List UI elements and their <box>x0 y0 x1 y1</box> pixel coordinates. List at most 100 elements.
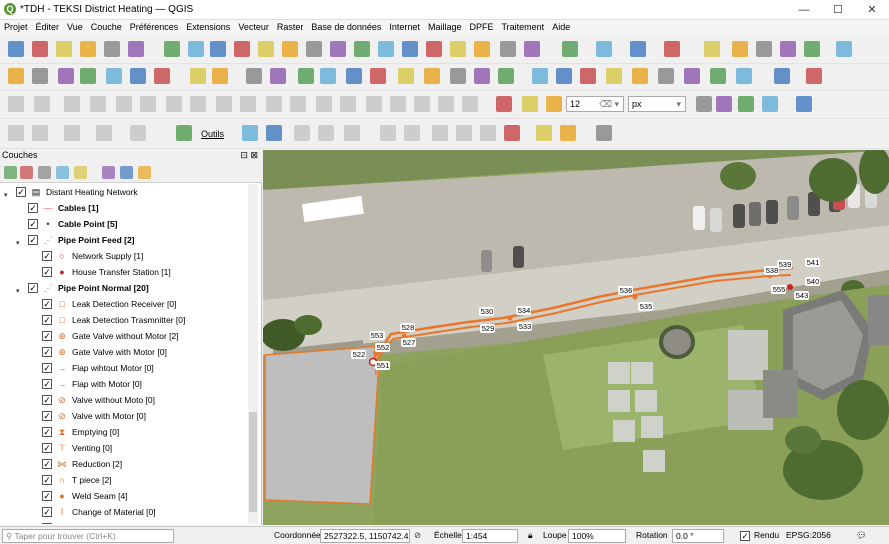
layer-visibility-checkbox[interactable]: ✓ <box>16 187 26 197</box>
layer-tree-item[interactable]: ▾ ✓ ⋰ Pipe Point Feed [2] <box>0 232 248 248</box>
snap-unit-select[interactable]: px ▾ <box>628 96 686 112</box>
toolbar-tool-icon[interactable] <box>710 68 726 84</box>
toolbar-tool-icon[interactable] <box>630 41 646 57</box>
layer-tree-item[interactable]: ✓ ∩ T piece [2] <box>0 472 248 488</box>
layer-tree-item[interactable]: ✓ • Cable Point [5] <box>0 216 248 232</box>
toolbar-tool-icon[interactable] <box>402 41 418 57</box>
toolbar-tool-icon[interactable] <box>128 41 144 57</box>
toolbar-tool-icon[interactable] <box>684 68 700 84</box>
toolbar-tool-icon[interactable] <box>340 96 356 112</box>
toolbar-tool-icon[interactable] <box>806 68 822 84</box>
layer-visibility-checkbox[interactable]: ✓ <box>42 427 52 437</box>
toolbar-tool-icon[interactable] <box>732 41 748 57</box>
toolbar-tool-icon[interactable] <box>354 41 370 57</box>
toolbar-tool-icon[interactable] <box>562 41 578 57</box>
toolbar-tool-icon[interactable] <box>498 68 514 84</box>
layer-tree-item[interactable]: ✓ □ Leak Detection Trasmnitter [0] <box>0 312 248 328</box>
menu-item[interactable]: Préférences <box>126 20 183 35</box>
toolbar-tool-icon[interactable] <box>522 96 538 112</box>
toolbar-tool-icon[interactable] <box>504 125 520 141</box>
menu-item[interactable]: Projet <box>0 20 32 35</box>
toolbar-tool-icon[interactable] <box>166 96 182 112</box>
toolbar-tool-icon[interactable] <box>632 68 648 84</box>
toolbar-tool-icon[interactable] <box>404 125 420 141</box>
toolbar-tool-icon[interactable] <box>210 41 226 57</box>
toolbar-tool-icon[interactable] <box>438 96 454 112</box>
toolbar-tool-icon[interactable] <box>294 125 310 141</box>
menu-item[interactable]: Extensions <box>182 20 234 35</box>
toolbar-tool-icon[interactable] <box>8 41 24 57</box>
layer-visibility-checkbox[interactable]: ✓ <box>42 507 52 517</box>
toolbar-tool-icon[interactable] <box>130 68 146 84</box>
toolbar-tool-icon[interactable] <box>474 41 490 57</box>
layer-tree-item[interactable]: ✓ ⊤ Venting [0] <box>0 440 248 456</box>
toolbar-tool-icon[interactable] <box>80 68 96 84</box>
layer-tree-scrollbar[interactable] <box>248 184 258 524</box>
toolbar-tool-icon[interactable] <box>306 41 322 57</box>
toolbar-tool-icon[interactable] <box>298 68 314 84</box>
layer-tree-item[interactable]: ✓ ⊘ Valve without Moto [0] <box>0 392 248 408</box>
toolbar-tool-icon[interactable] <box>738 96 754 112</box>
layer-tree-item[interactable]: ✓ ○ Network Supply [1] <box>0 248 248 264</box>
layer-visibility-checkbox[interactable]: ✓ <box>42 475 52 485</box>
toolbar-tool-icon[interactable] <box>32 68 48 84</box>
layer-tree-item[interactable]: ✓ ● House Transfer Station [1] <box>0 264 248 280</box>
layer-visibility-checkbox[interactable]: ✓ <box>28 283 38 293</box>
toolbar-tool-icon[interactable] <box>380 125 396 141</box>
layer-visibility-checkbox[interactable]: ✓ <box>42 395 52 405</box>
layer-tree-item[interactable]: ✓ → Flap wihtout Motor [0] <box>0 360 248 376</box>
toolbar-tool-icon[interactable] <box>96 125 112 141</box>
scale-select[interactable]: 1:454 <box>462 529 518 543</box>
toolbar-tool-icon[interactable] <box>390 96 406 112</box>
maximize-button[interactable]: ☐ <box>824 2 852 18</box>
toolbar-tool-icon[interactable] <box>290 96 306 112</box>
toolbar-tool-icon[interactable] <box>32 41 48 57</box>
toolbar-tool-icon[interactable] <box>130 125 146 141</box>
toolbar-tool-icon[interactable] <box>480 125 496 141</box>
toolbar-tool-icon[interactable] <box>836 41 852 57</box>
lock-icon[interactable]: 🔒︎ <box>528 529 533 543</box>
layer-visibility-checkbox[interactable]: ✓ <box>42 299 52 309</box>
toolbar-tool-icon[interactable] <box>90 96 106 112</box>
toolbar-tool-icon[interactable] <box>212 68 228 84</box>
layer-tree-item[interactable]: ✓ — Cables [1] <box>0 200 248 216</box>
layer-panel-tool-icon[interactable] <box>74 166 87 179</box>
toolbar-tool-icon[interactable] <box>796 96 812 112</box>
toolbar-tool-icon[interactable] <box>270 68 286 84</box>
menu-item[interactable]: Vue <box>63 20 87 35</box>
extents-toggle-icon[interactable]: ⊘ <box>414 529 421 543</box>
layer-panel-tool-icon[interactable] <box>4 166 17 179</box>
toolbar-tool-icon[interactable] <box>804 41 820 57</box>
toolbar-tool-icon[interactable] <box>366 96 382 112</box>
toolbar-tool-icon[interactable] <box>536 125 552 141</box>
toolbar-tool-icon[interactable] <box>756 41 772 57</box>
toolbar-tool-icon[interactable] <box>282 41 298 57</box>
menu-item[interactable]: Maillage <box>424 20 466 35</box>
toolbar-tool-icon[interactable] <box>596 41 612 57</box>
toolbar-tool-icon[interactable] <box>164 41 180 57</box>
toolbar-tool-icon[interactable] <box>116 96 132 112</box>
toolbar-tool-icon[interactable] <box>104 41 120 57</box>
menu-item[interactable]: Vecteur <box>234 20 273 35</box>
toolbar-tool-icon[interactable] <box>664 41 680 57</box>
layer-visibility-checkbox[interactable]: ✓ <box>42 443 52 453</box>
layer-visibility-checkbox[interactable]: ✓ <box>42 411 52 421</box>
toolbar-tool-icon[interactable] <box>696 96 712 112</box>
layer-visibility-checkbox[interactable]: ✓ <box>42 379 52 389</box>
toolbar-tool-icon[interactable] <box>58 68 74 84</box>
toolbar-tool-icon[interactable] <box>496 96 512 112</box>
toolbar-tool-icon[interactable] <box>344 125 360 141</box>
toolbar-tool-icon[interactable] <box>34 96 50 112</box>
layer-visibility-checkbox[interactable]: ✓ <box>42 315 52 325</box>
layer-visibility-checkbox[interactable]: ✓ <box>42 251 52 261</box>
toolbar-tool-icon[interactable] <box>266 125 282 141</box>
toolbar-tool-icon[interactable] <box>370 68 386 84</box>
messages-icon[interactable]: 💬︎ <box>856 529 867 543</box>
panel-float-close-buttons[interactable]: ⊡ ⊠ <box>240 150 258 161</box>
magnifier-field[interactable]: 100% <box>568 529 626 543</box>
toolbar-tool-icon[interactable] <box>450 68 466 84</box>
toolbar-tool-icon[interactable] <box>500 41 516 57</box>
layer-tree-item[interactable]: ✓ ⊕ Gate Valve without Motor [2] <box>0 328 248 344</box>
toolbar-tool-icon[interactable] <box>8 68 24 84</box>
toolbar-tool-icon[interactable] <box>716 96 732 112</box>
